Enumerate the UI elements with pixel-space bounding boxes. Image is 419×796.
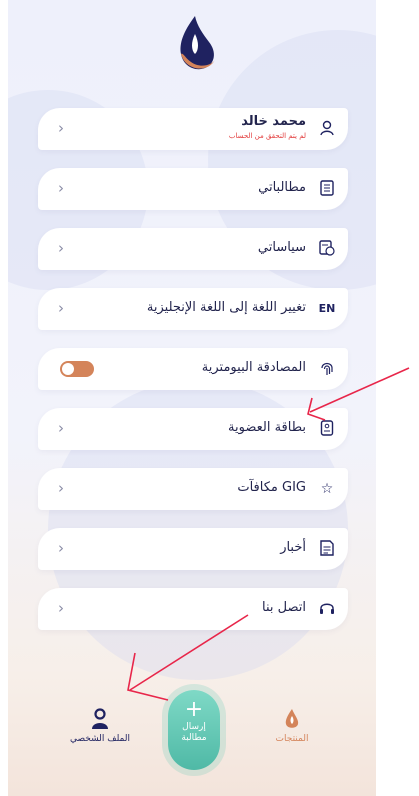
headset-icon	[318, 600, 336, 618]
drop-logo-icon	[285, 709, 299, 728]
menu-item-contact-us[interactable]: اتصل بنا ‹	[38, 588, 348, 630]
phone-screen: محمد خالد لم يتم التحقق من الحساب ‹ مطال…	[8, 0, 376, 796]
tab-profile[interactable]: الملف الشخصي	[60, 708, 140, 744]
chevron-left-icon: ‹	[58, 479, 64, 497]
policy-icon	[318, 240, 336, 258]
menu-item-biometric-auth: المصادقة البيومترية	[38, 348, 348, 390]
menu-item-my-policies[interactable]: سياساتي ‹	[38, 228, 348, 270]
brand-logo	[180, 16, 215, 70]
menu-label: المصادقة البيومترية	[201, 360, 306, 375]
chevron-left-icon: ‹	[58, 239, 64, 257]
tab-label: الملف الشخصي	[70, 734, 130, 744]
biometric-toggle[interactable]	[60, 361, 94, 377]
user-icon	[318, 120, 336, 138]
chevron-left-icon: ‹	[58, 539, 64, 557]
chevron-left-icon: ‹	[58, 419, 64, 437]
chevron-left-icon: ‹	[58, 299, 64, 317]
menu-item-news[interactable]: أخبار ‹	[38, 528, 348, 570]
menu-label: اتصل بنا	[262, 600, 306, 615]
language-icon: EN	[318, 302, 336, 315]
menu-label: أخبار	[280, 540, 306, 555]
menu-item-membership-card[interactable]: بطاقة العضوية ‹	[38, 408, 348, 450]
tab-products[interactable]: المنتجات	[262, 708, 322, 744]
tab-label: المنتجات	[275, 734, 309, 744]
menu-label: مطالباتي	[258, 180, 306, 195]
chevron-left-icon: ‹	[58, 599, 64, 617]
menu-item-my-claims[interactable]: مطالباتي ‹	[38, 168, 348, 210]
menu-label: بطاقة العضوية	[228, 420, 306, 435]
chevron-left-icon: ‹	[58, 119, 64, 137]
id-card-icon	[318, 420, 336, 438]
profile-name: محمد خالد	[241, 114, 306, 129]
menu-item-change-language[interactable]: EN تغيير اللغة إلى اللغة الإنجليزية ‹	[38, 288, 348, 330]
profile-card[interactable]: محمد خالد لم يتم التحقق من الحساب ‹	[38, 108, 348, 150]
fingerprint-icon	[318, 360, 336, 378]
star-icon: ☆	[320, 481, 334, 497]
menu-label: سياساتي	[257, 240, 306, 255]
submit-label-line2: مطالبة	[181, 733, 207, 743]
menu-label: تغيير اللغة إلى اللغة الإنجليزية	[146, 300, 306, 315]
user-icon	[92, 708, 108, 729]
news-icon	[318, 540, 336, 558]
chevron-left-icon: ‹	[58, 179, 64, 197]
account-status: لم يتم التحقق من الحساب	[228, 132, 306, 140]
toggle-knob	[62, 363, 74, 375]
document-icon	[318, 180, 336, 198]
plus-icon: +	[184, 697, 204, 722]
submit-label-line1: إرسال	[182, 722, 206, 732]
menu-item-gig-rewards[interactable]: ☆ GIG مكافآت ‹	[38, 468, 348, 510]
submit-claim-button[interactable]: + إرسال مطالبة	[168, 690, 220, 770]
menu-label: GIG مكافآت	[237, 480, 306, 495]
